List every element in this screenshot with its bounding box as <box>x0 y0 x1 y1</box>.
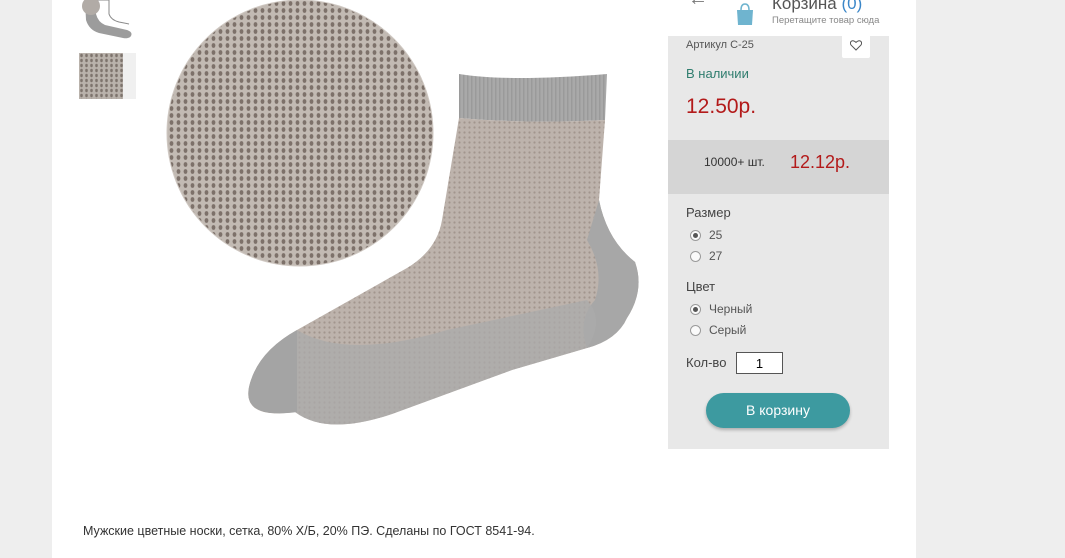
thumbnail-sock[interactable] <box>79 0 136 40</box>
quantity-input[interactable] <box>736 352 783 374</box>
fabric-thumbnail-image <box>79 53 136 99</box>
wholesale-quantity: 10000+ шт. <box>704 155 765 169</box>
product-description: Мужские цветные носки, сетка, 80% Х/Б, 2… <box>83 524 535 538</box>
color-option-label: Серый <box>709 323 747 337</box>
wholesale-price: 12.12р. <box>790 152 851 172</box>
color-option-gray[interactable]: Серый <box>690 323 746 337</box>
favorite-button[interactable] <box>842 33 870 58</box>
product-price: 12.50р. <box>686 95 757 118</box>
add-to-cart-button[interactable]: В корзину <box>706 393 850 428</box>
radio-unselected[interactable] <box>690 324 701 336</box>
heart-icon <box>850 40 862 51</box>
radio-unselected[interactable] <box>690 250 701 262</box>
color-label: Цвет <box>686 279 716 294</box>
size-option-label: 27 <box>709 249 723 263</box>
color-option-black[interactable]: Черный <box>690 302 752 316</box>
cart-count: (0) <box>841 0 863 13</box>
wholesale-price-tier: 10000+ шт. 12.12р. <box>668 140 889 194</box>
sock-image <box>147 0 640 452</box>
cart-title[interactable]: Корзина (0) <box>772 0 862 14</box>
product-sku: Артикул С-25 <box>686 39 754 51</box>
product-main-image[interactable] <box>147 0 640 452</box>
size-label: Размер <box>686 205 731 220</box>
sock-thumbnail-image <box>82 0 132 39</box>
shopping-bag-icon <box>737 3 753 25</box>
size-option-25[interactable]: 25 <box>690 228 722 242</box>
thumbnail-fabric[interactable] <box>79 53 136 99</box>
size-option-label: 25 <box>709 228 723 242</box>
size-option-27[interactable]: 27 <box>690 249 722 263</box>
availability-status: В наличии <box>686 66 749 81</box>
cart-widget[interactable]: ← Корзина (0) Перетащите товар сюда <box>668 0 916 36</box>
radio-selected[interactable] <box>690 303 701 315</box>
cart-hint: Перетащите товар сюда <box>772 15 880 26</box>
color-option-label: Черный <box>709 302 753 316</box>
radio-selected[interactable] <box>690 229 701 241</box>
arrow-left-icon[interactable]: ← <box>688 0 718 9</box>
quantity-label: Кол-во <box>686 355 727 370</box>
